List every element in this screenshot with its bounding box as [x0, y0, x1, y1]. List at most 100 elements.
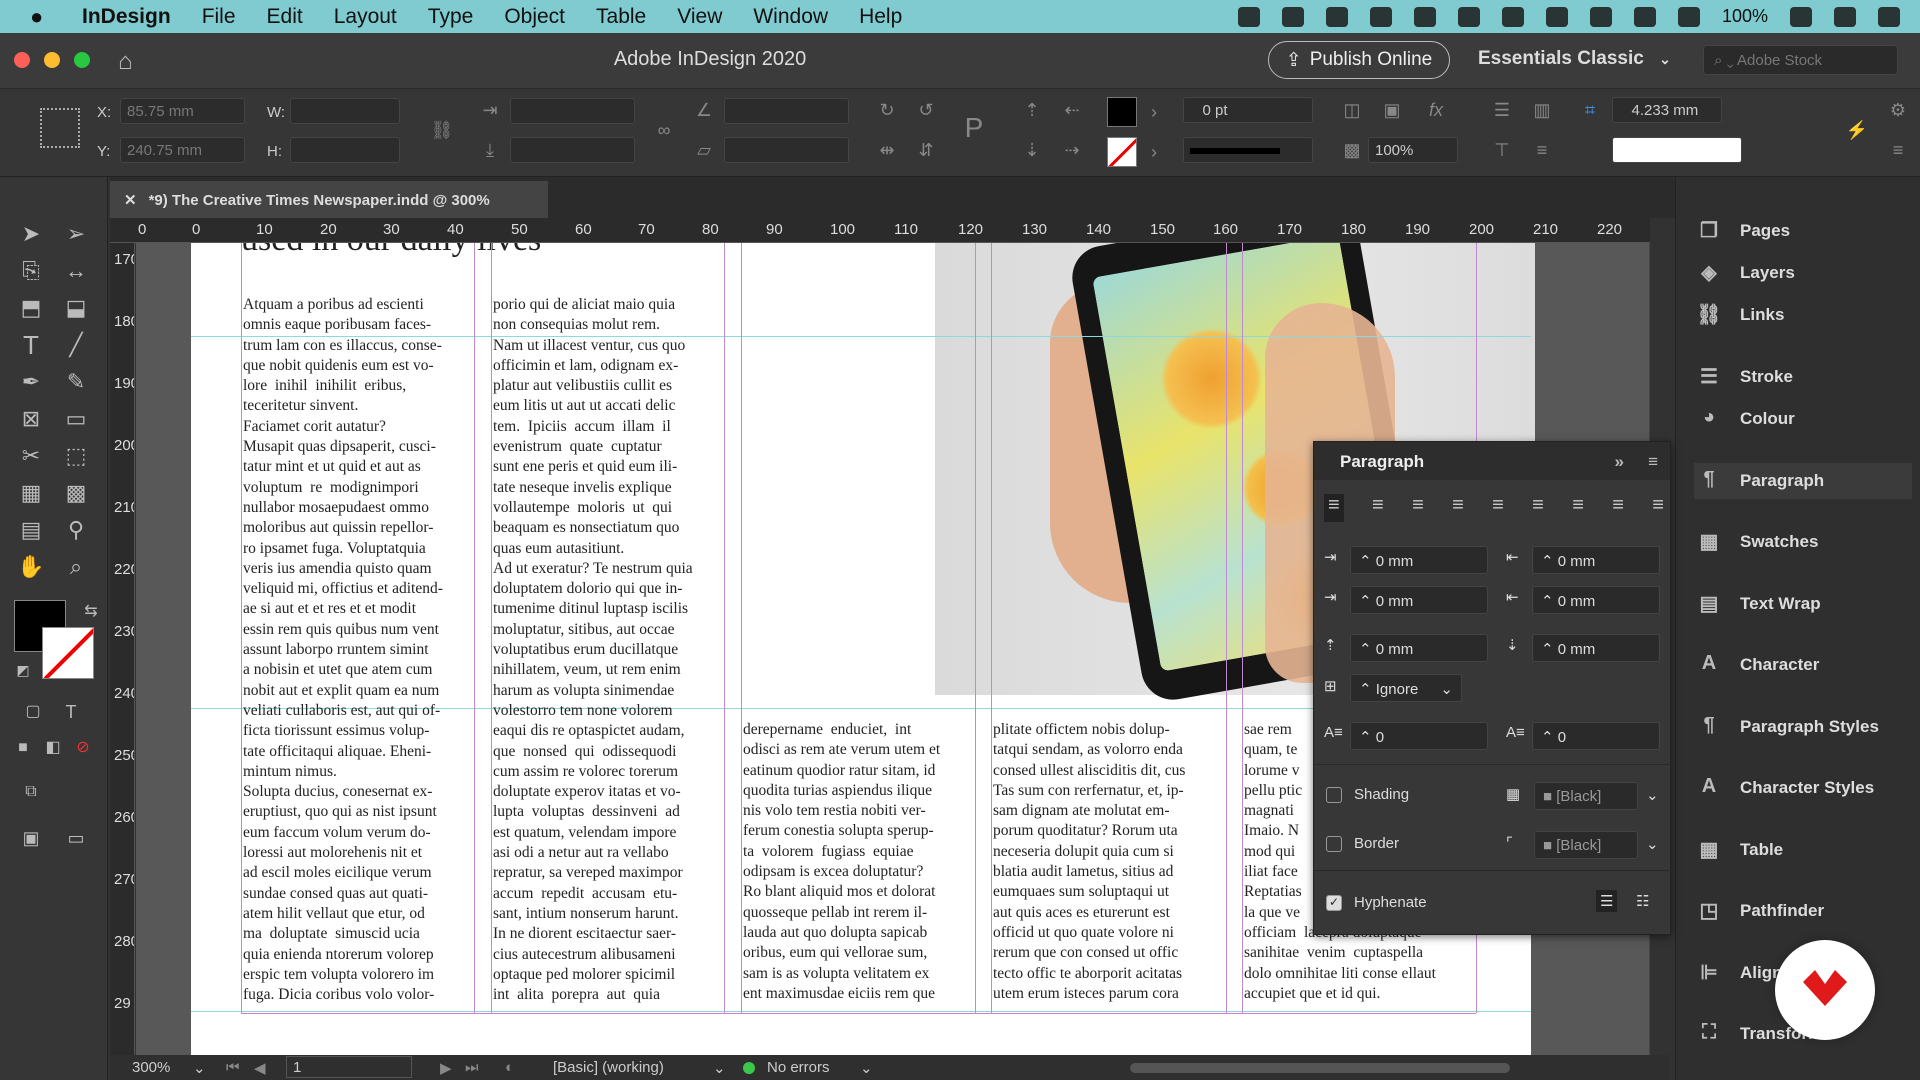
- drop-cap-chars-field[interactable]: ⌃ 0: [1532, 722, 1660, 750]
- note-tool-icon[interactable]: ▤: [16, 515, 46, 545]
- align-center-icon[interactable]: ≡: [1372, 494, 1384, 522]
- spotlight-search-icon[interactable]: [1834, 6, 1856, 27]
- dock-table[interactable]: ▦ Table: [1694, 832, 1912, 868]
- first-page-icon[interactable]: ⏮: [226, 1059, 240, 1076]
- apply-gradient-icon[interactable]: ◧: [38, 733, 68, 763]
- rotate-ccw-icon[interactable]: ↺: [914, 98, 938, 122]
- dock-character[interactable]: A Character: [1694, 647, 1912, 683]
- text-column-1[interactable]: Atquam a poribus ad escienti omnis eaque…: [243, 295, 473, 1005]
- menu-indesign[interactable]: InDesign: [82, 5, 171, 29]
- shear-field[interactable]: [724, 137, 849, 163]
- align-away-spine-icon[interactable]: ≡: [1652, 494, 1664, 522]
- formatting-text-icon[interactable]: T: [56, 697, 86, 727]
- content-collector-icon[interactable]: ⬒: [16, 293, 46, 323]
- select-previous-icon[interactable]: ⇠: [1060, 98, 1084, 122]
- dock-swatches[interactable]: ▦ Swatches: [1694, 524, 1912, 560]
- zoom-tool-icon[interactable]: ⌕: [61, 552, 91, 582]
- last-page-icon[interactable]: ⏭: [465, 1059, 479, 1076]
- space-before-field[interactable]: ⌃ 0 mm: [1350, 634, 1488, 662]
- horizontal-scrollbar[interactable]: [1130, 1063, 1510, 1073]
- columns-icon[interactable]: ▥: [1530, 98, 1554, 122]
- apply-color-icon[interactable]: ■: [8, 733, 38, 763]
- menu-type[interactable]: Type: [428, 5, 474, 29]
- justify-left-icon[interactable]: ≡: [1452, 494, 1464, 522]
- paragraph-panel-header[interactable]: Paragraph » ≡: [1314, 442, 1670, 480]
- shading-color-field[interactable]: ■ [Black]: [1534, 782, 1638, 810]
- gap-tool-icon[interactable]: ↔: [61, 256, 91, 286]
- hyphenate-checkbox[interactable]: ✓: [1326, 895, 1342, 911]
- content-placer-icon[interactable]: ⬓: [61, 293, 91, 323]
- justify-right-icon[interactable]: ≡: [1532, 494, 1544, 522]
- zoom-chevron-icon[interactable]: ⌄: [193, 1059, 206, 1077]
- screen-mode-icon[interactable]: ▭: [61, 823, 91, 853]
- drop-cap-lines-field[interactable]: ⌃ 0: [1350, 722, 1488, 750]
- single-line-composer-icon[interactable]: ☰: [1596, 890, 1618, 912]
- rotate-cw-icon[interactable]: ↻: [875, 98, 899, 122]
- align-toward-spine-icon[interactable]: ≡: [1612, 494, 1624, 522]
- border-color-field[interactable]: ■ [Black]: [1534, 831, 1638, 859]
- workspace-switcher[interactable]: Essentials Classic ⌄: [1478, 48, 1671, 70]
- left-indent-field[interactable]: ⌃ 0 mm: [1350, 546, 1488, 574]
- align-to-grid-select[interactable]: ⌃ Ignore ⌄: [1350, 674, 1462, 702]
- flip-horizontal-icon[interactable]: ⇹: [875, 138, 899, 162]
- align-left-icon[interactable]: ≡: [1324, 494, 1344, 522]
- upload-cloud-icon[interactable]: [1369, 6, 1392, 27]
- gradient-feather-tool-icon[interactable]: ▩: [61, 478, 91, 508]
- menu-object[interactable]: Object: [504, 5, 565, 29]
- scale-y-field[interactable]: [510, 137, 635, 163]
- style-chevron-icon[interactable]: ⌄: [713, 1059, 726, 1077]
- close-tab-icon[interactable]: ✕: [124, 192, 137, 209]
- hand-tool-icon[interactable]: ✋: [16, 552, 46, 582]
- normal-view-icon[interactable]: ▣: [16, 823, 46, 853]
- music-icon[interactable]: [1413, 6, 1436, 27]
- fill-chevron-icon[interactable]: ›: [1142, 100, 1166, 124]
- page-tool-icon[interactable]: ⎘: [16, 256, 46, 286]
- right-indent-field[interactable]: ⌃ 0 mm: [1532, 546, 1660, 574]
- apply-none-icon[interactable]: ⊘: [68, 733, 98, 763]
- control-menu-icon[interactable]: ≡: [1886, 138, 1910, 162]
- border-settings-icon[interactable]: ⌜: [1506, 834, 1513, 852]
- stroke-type-field[interactable]: [1183, 137, 1313, 163]
- select-container-icon[interactable]: ⇡: [1020, 98, 1044, 122]
- select-content-icon[interactable]: ⇣: [1020, 138, 1044, 162]
- constrain-scale-icon[interactable]: ∞: [652, 118, 676, 142]
- rotate-angle-icon[interactable]: ∠: [692, 98, 716, 122]
- vpn-icon[interactable]: [1457, 6, 1480, 27]
- panel-menu-icon[interactable]: ≡: [1648, 452, 1658, 472]
- volume-icon[interactable]: [1677, 6, 1700, 27]
- dock-pages[interactable]: ❐ Pages: [1694, 213, 1912, 249]
- chevron-down-icon[interactable]: ⌄: [1646, 786, 1659, 804]
- dropbox-icon[interactable]: [1281, 6, 1304, 27]
- edit-in-place-icon[interactable]: ⧉: [16, 777, 46, 807]
- text-frame-options-icon[interactable]: ☰: [1490, 98, 1514, 122]
- zoom-level[interactable]: 300%: [132, 1059, 170, 1076]
- dock-character-styles[interactable]: A Character Styles: [1694, 770, 1912, 806]
- height-field[interactable]: [290, 137, 400, 163]
- rectangle-tool-icon[interactable]: ▭: [61, 404, 91, 434]
- select-next-icon[interactable]: ⇢: [1060, 138, 1084, 162]
- flip-vertical-icon[interactable]: ⇵: [914, 138, 938, 162]
- menu-edit[interactable]: Edit: [267, 5, 303, 29]
- preflight-chevron-icon[interactable]: ⌄: [860, 1059, 873, 1077]
- dock-paragraph[interactable]: ¶ Paragraph: [1694, 463, 1912, 499]
- creative-cloud-icon[interactable]: [1325, 6, 1348, 27]
- open-in-folder-icon[interactable]: ◐: [505, 1059, 514, 1076]
- swap-colors-icon[interactable]: ⇆: [76, 597, 106, 627]
- headline-fragment[interactable]: used in our daily lives: [241, 243, 541, 259]
- previous-page-icon[interactable]: ◀: [254, 1059, 266, 1077]
- adobe-stock-search[interactable]: ⌕ ⌄ Adobe Stock: [1703, 45, 1898, 75]
- scale-y-icon[interactable]: ⤓: [478, 138, 502, 162]
- first-line-indent-field[interactable]: ⌃ 0 mm: [1350, 586, 1488, 614]
- width-field[interactable]: [290, 98, 400, 124]
- shadow-toggle-icon[interactable]: ▣: [1380, 98, 1404, 122]
- bluetooth-icon[interactable]: [1589, 6, 1612, 27]
- gap-field[interactable]: 4.233 mm: [1612, 97, 1722, 123]
- quick-apply-icon[interactable]: ⚡: [1845, 118, 1869, 142]
- menu-table[interactable]: Table: [596, 5, 646, 29]
- rectangle-frame-tool-icon[interactable]: ⊠: [16, 404, 46, 434]
- effects-icon[interactable]: fx: [1424, 98, 1448, 122]
- page-number-field[interactable]: 1: [286, 1056, 412, 1078]
- collapse-panel-icon[interactable]: »: [1615, 452, 1624, 472]
- x-position-field[interactable]: 85.75 mm: [120, 98, 245, 124]
- gradient-swatch-tool-icon[interactable]: ▦: [16, 478, 46, 508]
